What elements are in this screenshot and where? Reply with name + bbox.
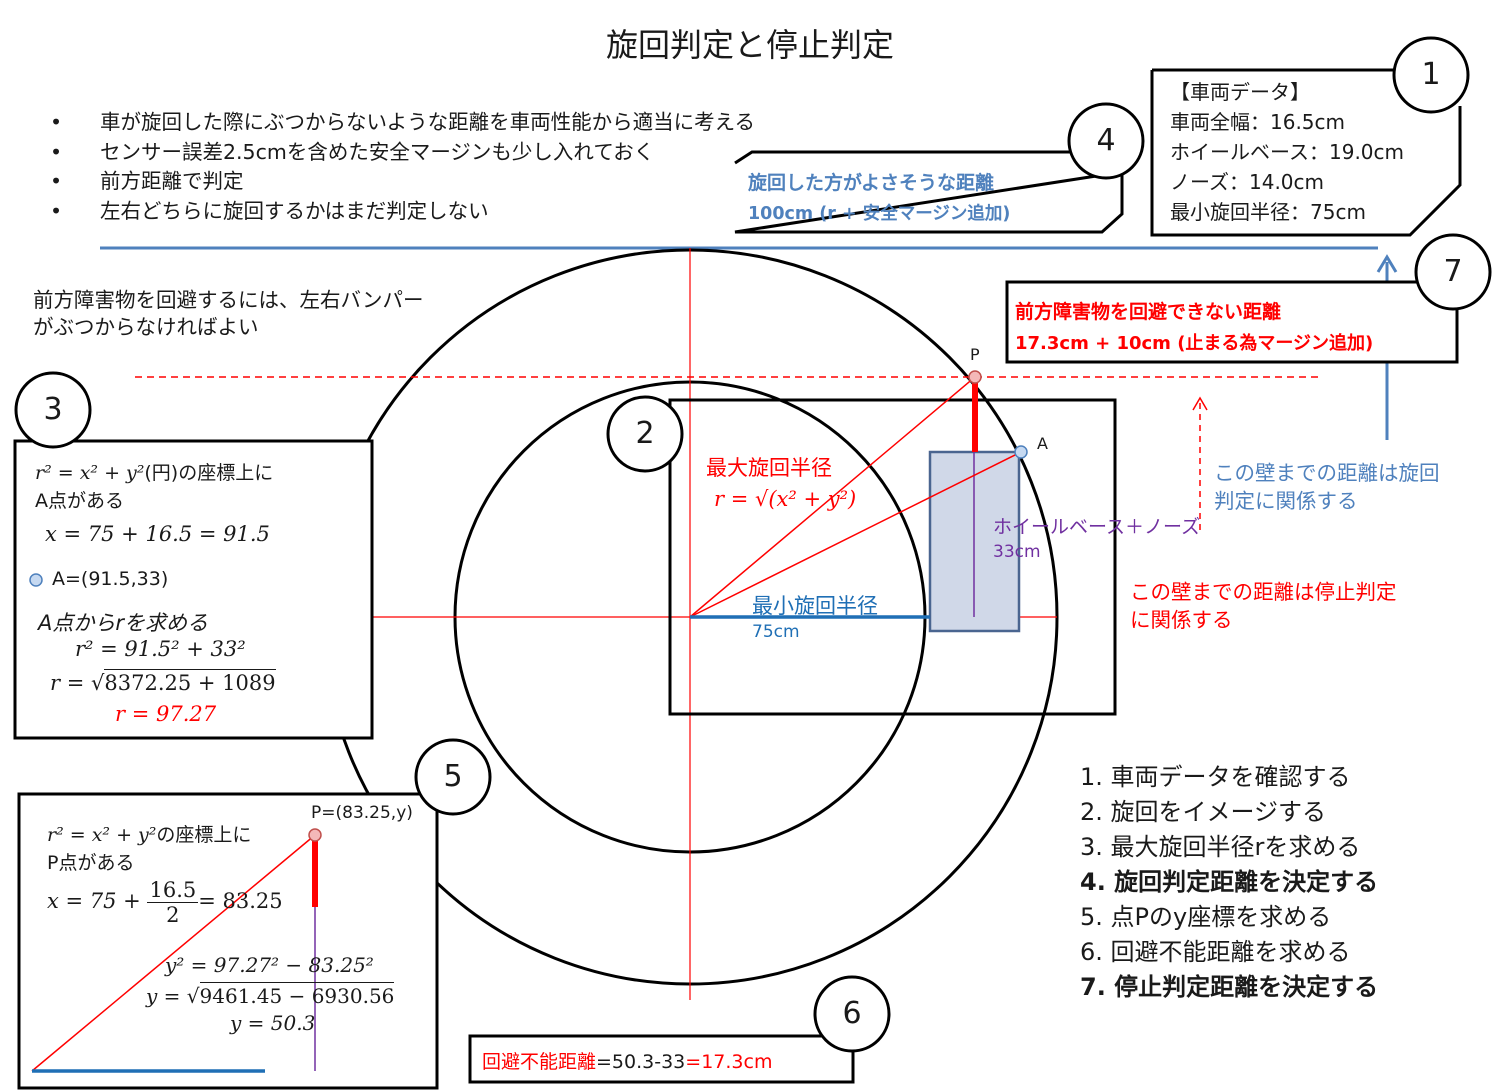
- box3-point-a: A=(91.5,33): [52, 568, 169, 590]
- wall-stop-note: この壁までの距離は停止判定 に関係する: [1130, 580, 1397, 632]
- badge-5: 5: [443, 759, 463, 794]
- box3-find-r: A点からrを求める: [38, 611, 208, 635]
- box5-eq-y-sqrt: 9461.45 − 6930.56: [199, 982, 395, 1008]
- box3-eq-r2: r² = 91.5² + 33²: [75, 637, 246, 661]
- avoid-distance-label: 回避不能距離: [482, 1051, 597, 1073]
- bullet-dot: •: [50, 139, 63, 164]
- x-prefix: x = 75 +: [47, 889, 148, 913]
- badge-4: 4: [1096, 123, 1116, 158]
- box3-line2: A点がある: [35, 490, 124, 512]
- fraction-denominator: 2: [166, 903, 180, 927]
- point-p: [968, 370, 982, 384]
- circle-equation: r² = x² + y²: [35, 462, 145, 484]
- step-item: 7. 停止判定距離を決定する: [1080, 973, 1379, 1001]
- box3-line1: r² = x² + y²(円)の座標上に: [35, 458, 273, 485]
- box3-line1-tail: (円)の座標上に: [144, 462, 274, 484]
- box3-eq-r: r = √8372.25 + 1089: [50, 669, 276, 695]
- bullet-text: 車が旋回した際にぶつからないような距離を車両性能から適当に考える: [100, 110, 755, 134]
- step-item: 1. 車両データを確認する: [1080, 763, 1351, 791]
- turn-note-line2: 100cm (r + 安全マージン追加): [748, 204, 1011, 224]
- box5-eq-y-result: y = 50.3: [230, 1011, 316, 1035]
- bullet-dot: •: [50, 110, 63, 134]
- min-radius-label: 最小旋回半径: [752, 594, 878, 618]
- box5-line1: r² = x² + y²の座標上に: [47, 820, 251, 847]
- step-item: 2. 旋回をイメージする: [1080, 798, 1327, 826]
- bullet-dot: •: [50, 169, 63, 193]
- step-item: 3. 最大旋回半径rを求める: [1080, 833, 1361, 861]
- bullet-item: • 前方距離で判定: [50, 167, 755, 197]
- box3-eq-x: x = 75 + 16.5 = 91.5: [45, 522, 270, 546]
- bullet-item: • 車が旋回した際にぶつからないような距離を車両性能から適当に考える: [50, 108, 755, 138]
- bullet-dot: •: [50, 198, 63, 223]
- min-radius-value: 75cm: [752, 622, 800, 642]
- label-p: P: [970, 345, 980, 364]
- point-a-marker: [29, 573, 43, 587]
- bullet-text: センサー誤差2.5cmを含めた安全マージンも少し入れておく: [100, 139, 655, 164]
- avoid-distance: 回避不能距離=50.3-33=17.3cm: [482, 1047, 772, 1074]
- avoid-distance-formula: =50.3-33: [596, 1051, 686, 1073]
- vehicle-width: 車両全幅：16.5cm: [1170, 110, 1346, 134]
- step-item: 5. 点Pのy座標を求める: [1080, 903, 1332, 931]
- bullet-text: 左右どちらに旋回するかはまだ判定しない: [100, 198, 489, 223]
- box5-eq-x-result: = 83.25: [198, 889, 283, 913]
- wheelbase-value: 33cm: [993, 542, 1041, 562]
- turn-note-line1: 旋回した方がよさそうな距離: [748, 172, 995, 194]
- wall-turn-note: この壁までの距離は旋回 判定に関係する: [1214, 461, 1440, 513]
- box5-fraction: 16.5 2: [147, 878, 199, 927]
- circle-equation-2: r² = x² + y²: [47, 824, 157, 846]
- fraction-numerator: 16.5: [147, 878, 199, 903]
- vehicle-data-heading: 【車両データ】: [1170, 80, 1310, 104]
- point-a: [1014, 445, 1028, 459]
- badge-3: 3: [43, 392, 63, 427]
- bumper-note: 前方障害物を回避するには、左右バンパー がぶつからなければよい: [33, 288, 424, 339]
- bullet-list: • 車が旋回した際にぶつからないような距離を車両性能から適当に考える • センサー誤…: [50, 108, 755, 226]
- max-radius-label: 最大旋回半径: [706, 456, 832, 480]
- bullet-item: • センサー誤差2.5cmを含めた安全マージンも少し入れておく: [50, 138, 755, 168]
- r-symbol: r = √: [50, 671, 105, 695]
- avoid-distance-result: =17.3cm: [685, 1051, 773, 1073]
- box5-eq-x: x = 75 + 16.5 2 = 83.25: [47, 878, 283, 927]
- y-symbol: y = √: [146, 984, 200, 1008]
- badge-6: 6: [842, 996, 862, 1031]
- box3-eq-r-sqrt: 8372.25 + 1089: [104, 669, 276, 695]
- box3-eq-r-result: r = 97.27: [115, 702, 217, 726]
- bullet-text: 前方距離で判定: [100, 169, 244, 193]
- badge-2: 2: [635, 416, 655, 451]
- point-p-small: [308, 828, 322, 842]
- step-item: 4. 旋回判定距離を決定する: [1080, 868, 1379, 896]
- stop-note-line2: 17.3cm + 10cm (止まる為マージン追加): [1015, 333, 1374, 354]
- box5-eq-y2: y² = 97.27² − 83.25²: [165, 953, 374, 977]
- vehicle-data: 【車両データ】 車両全幅：16.5cm ホイールベース：19.0cm ノーズ：1…: [1170, 77, 1404, 227]
- box5-line2: P点がある: [47, 852, 135, 874]
- wheelbase-label: ホイールベース＋ノーズ: [993, 516, 1201, 538]
- box5-point-p: P=(83.25,y): [311, 803, 413, 823]
- vehicle-nose: ノーズ：14.0cm: [1170, 170, 1325, 194]
- badge-1: 1: [1421, 57, 1441, 92]
- vehicle-min-radius: 最小旋回半径：75cm: [1170, 200, 1366, 224]
- box5-eq-y: y = √9461.45 − 6930.56: [146, 982, 395, 1008]
- vehicle-wheelbase: ホイールベース：19.0cm: [1170, 140, 1405, 164]
- badge-7: 7: [1443, 254, 1463, 289]
- steps-list: 1. 車両データを確認する 2. 旋回をイメージする 3. 最大旋回半径rを求め…: [1080, 760, 1378, 1005]
- label-a: A: [1037, 434, 1048, 453]
- stop-note-line1: 前方障害物を回避できない距離: [1015, 301, 1282, 323]
- bullet-item: • 左右どちらに旋回するかはまだ判定しない: [50, 197, 755, 227]
- step-item: 6. 回避不能距離を求める: [1080, 938, 1351, 966]
- max-radius-formula: r = √(x² + y²): [714, 487, 857, 511]
- page-title: 旋回判定と停止判定: [605, 26, 894, 64]
- box5-line1-tail: の座標上に: [156, 824, 252, 846]
